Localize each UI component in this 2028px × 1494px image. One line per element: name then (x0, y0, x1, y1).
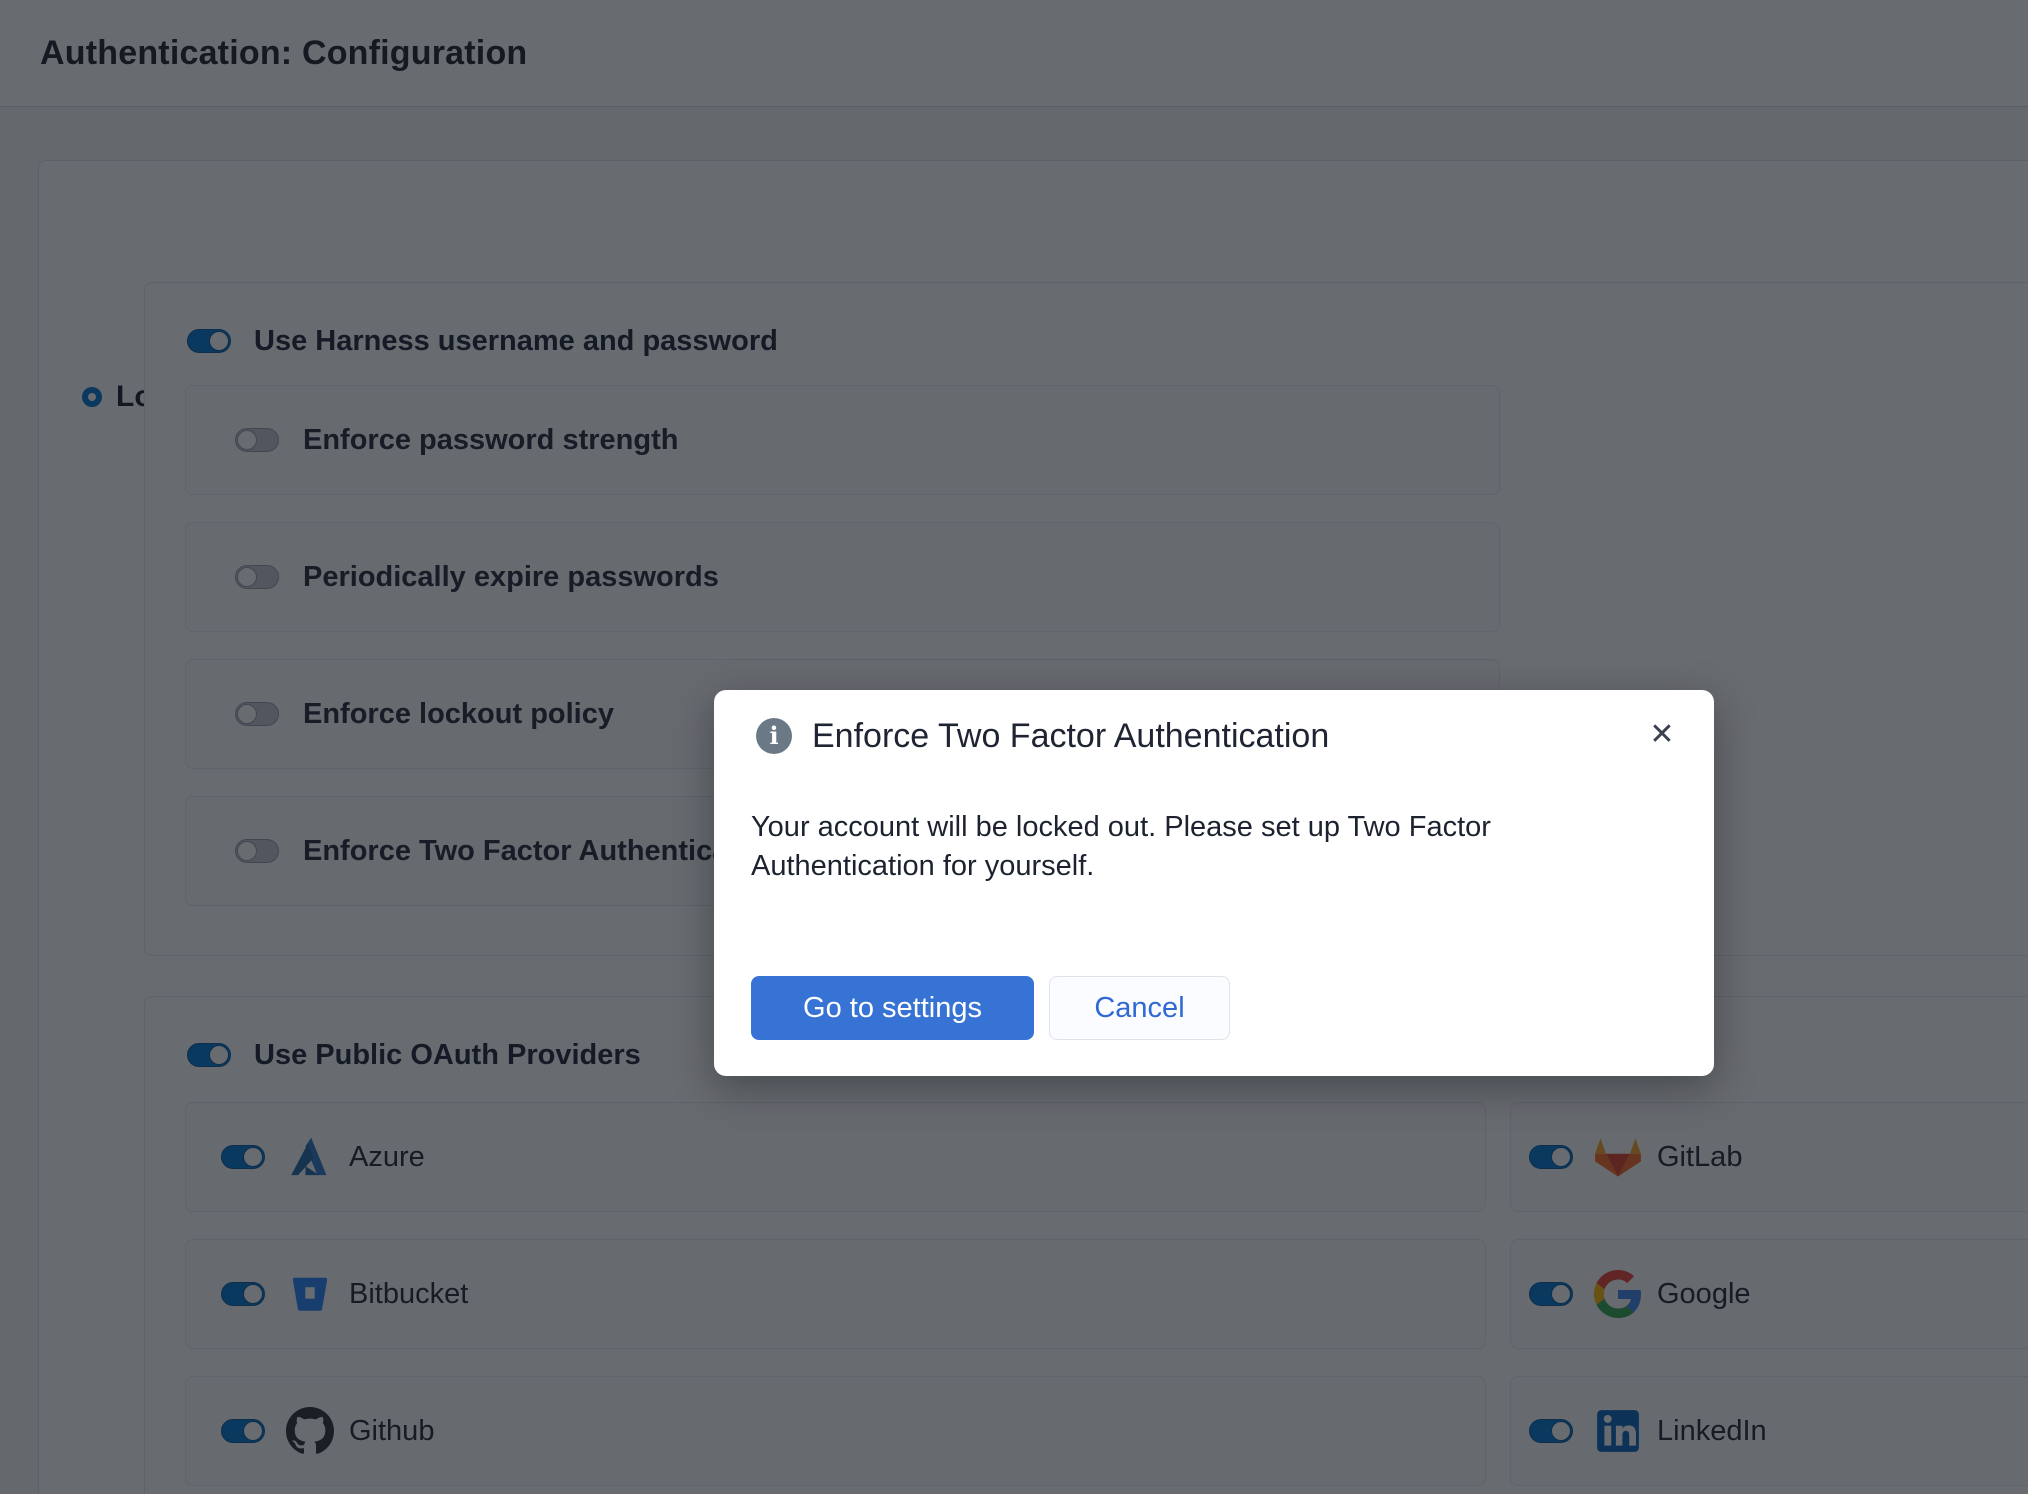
modal-actions: Go to settings Cancel (751, 976, 1230, 1040)
two-factor-modal: i Enforce Two Factor Authentication ✕ Yo… (714, 690, 1714, 1076)
close-icon[interactable]: ✕ (1640, 712, 1684, 756)
cancel-button[interactable]: Cancel (1049, 976, 1230, 1040)
modal-title: Enforce Two Factor Authentication (812, 717, 1329, 756)
info-icon: i (756, 718, 792, 754)
go-to-settings-button[interactable]: Go to settings (751, 976, 1034, 1040)
modal-body-text: Your account will be locked out. Please … (751, 808, 1581, 886)
